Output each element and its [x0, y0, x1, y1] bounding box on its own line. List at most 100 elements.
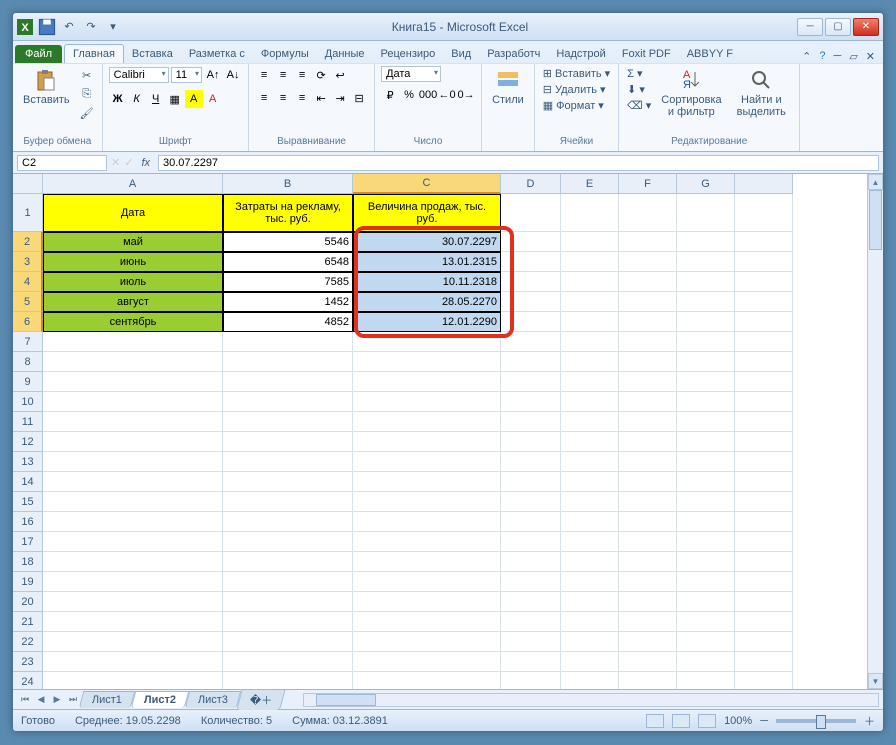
view-layout-button[interactable] [672, 714, 690, 728]
cell-empty[interactable] [561, 252, 619, 272]
cell-empty[interactable] [501, 672, 561, 689]
row-header[interactable]: 9 [13, 372, 43, 392]
cell-empty[interactable] [677, 392, 735, 412]
cell-empty[interactable] [735, 372, 793, 392]
cell-empty[interactable] [561, 372, 619, 392]
zoom-slider[interactable] [776, 719, 856, 723]
cell-empty[interactable] [353, 532, 501, 552]
cell-empty[interactable] [43, 412, 223, 432]
cell-empty[interactable] [677, 672, 735, 689]
cut-icon[interactable]: ✂ [78, 66, 96, 84]
cell-empty[interactable] [677, 472, 735, 492]
cell-empty[interactable] [43, 372, 223, 392]
cell-empty[interactable] [353, 652, 501, 672]
row-header[interactable]: 8 [13, 352, 43, 372]
minimize-button[interactable]: ─ [797, 18, 823, 36]
clear-button[interactable]: ⌫ ▾ [625, 98, 653, 113]
cell-empty[interactable] [735, 312, 793, 332]
cell-empty[interactable] [735, 194, 793, 232]
cell-empty[interactable] [561, 592, 619, 612]
horizontal-scrollbar[interactable] [303, 693, 879, 707]
cell-empty[interactable] [677, 532, 735, 552]
cell-empty[interactable] [223, 592, 353, 612]
view-normal-button[interactable] [646, 714, 664, 728]
row-header[interactable]: 23 [13, 652, 43, 672]
tab-abbyy[interactable]: ABBYY F [679, 45, 741, 63]
cell-empty[interactable] [353, 432, 501, 452]
cell-empty[interactable] [561, 512, 619, 532]
cell-empty[interactable] [501, 272, 561, 292]
cell-empty[interactable] [501, 292, 561, 312]
cell-empty[interactable] [43, 632, 223, 652]
cell-empty[interactable] [619, 612, 677, 632]
cell-data[interactable]: 1452 [223, 292, 353, 312]
cell-empty[interactable] [223, 472, 353, 492]
inc-decimal-icon[interactable]: ←0 [438, 86, 456, 104]
maximize-button[interactable]: ▢ [825, 18, 851, 36]
cell-empty[interactable] [353, 512, 501, 532]
row-header[interactable]: 18 [13, 552, 43, 572]
cell-empty[interactable] [619, 532, 677, 552]
cell-empty[interactable] [619, 194, 677, 232]
cell-empty[interactable] [561, 612, 619, 632]
cell-empty[interactable] [619, 492, 677, 512]
cell-data[interactable]: 13.01.2315 [353, 252, 501, 272]
cell-empty[interactable] [223, 412, 353, 432]
row-header[interactable]: 10 [13, 392, 43, 412]
row-header[interactable]: 7 [13, 332, 43, 352]
bold-button[interactable]: Ж [109, 90, 127, 108]
column-header[interactable]: D [501, 174, 561, 194]
cell-empty[interactable] [223, 672, 353, 689]
cell-empty[interactable] [619, 332, 677, 352]
cell-empty[interactable] [223, 452, 353, 472]
redo-icon[interactable]: ↷ [81, 17, 101, 37]
dec-decimal-icon[interactable]: 0→ [457, 86, 475, 104]
row-header[interactable]: 1 [13, 194, 43, 232]
sheet-nav-next-icon[interactable]: ▶ [49, 692, 65, 708]
scroll-down-icon[interactable]: ▼ [868, 673, 883, 689]
scroll-up-icon[interactable]: ▲ [868, 174, 883, 190]
row-header[interactable]: 3 [13, 252, 43, 272]
cell-empty[interactable] [223, 492, 353, 512]
cell-empty[interactable] [677, 232, 735, 252]
cells-insert-button[interactable]: ⊞Вставить ▾ [541, 66, 612, 81]
cell-empty[interactable] [43, 552, 223, 572]
cell-empty[interactable] [501, 432, 561, 452]
cell-empty[interactable] [223, 612, 353, 632]
grid-body[interactable]: ABCDEFG1ДатаЗатраты на рекламу, тыс. руб… [13, 174, 867, 689]
percent-icon[interactable]: % [400, 86, 418, 104]
row-header[interactable]: 12 [13, 432, 43, 452]
row-header[interactable]: 6 [13, 312, 43, 332]
vertical-scrollbar[interactable]: ▲ ▼ [867, 174, 883, 689]
cell-empty[interactable] [619, 572, 677, 592]
grow-font-icon[interactable]: A↑ [204, 66, 222, 84]
font-color-button[interactable]: A [204, 90, 222, 108]
cell-empty[interactable] [43, 532, 223, 552]
cell-empty[interactable] [501, 252, 561, 272]
cell-empty[interactable] [353, 352, 501, 372]
cell-empty[interactable] [677, 432, 735, 452]
sheet-tab-1[interactable]: Лист1 [79, 691, 136, 708]
cell-empty[interactable] [561, 292, 619, 312]
cell-empty[interactable] [561, 492, 619, 512]
tab-foxit[interactable]: Foxit PDF [614, 45, 679, 63]
cell-empty[interactable] [735, 612, 793, 632]
column-header[interactable]: B [223, 174, 353, 194]
help-icon[interactable]: ? [819, 50, 825, 63]
cell-empty[interactable] [223, 352, 353, 372]
sort-filter-button[interactable]: АЯ Сортировка и фильтр [657, 66, 725, 120]
cell-empty[interactable] [43, 472, 223, 492]
cell-empty[interactable] [561, 352, 619, 372]
cell-empty[interactable] [561, 532, 619, 552]
row-header[interactable]: 15 [13, 492, 43, 512]
cells-format-button[interactable]: ▦Формат ▾ [541, 98, 612, 113]
cell-empty[interactable] [353, 552, 501, 572]
sheet-nav-prev-icon[interactable]: ◀ [33, 692, 49, 708]
row-header[interactable]: 11 [13, 412, 43, 432]
cell-data[interactable]: август [43, 292, 223, 312]
cell-empty[interactable] [735, 572, 793, 592]
cell-empty[interactable] [677, 332, 735, 352]
cell-empty[interactable] [735, 672, 793, 689]
cell-data[interactable]: 5546 [223, 232, 353, 252]
cell-data[interactable]: сентябрь [43, 312, 223, 332]
